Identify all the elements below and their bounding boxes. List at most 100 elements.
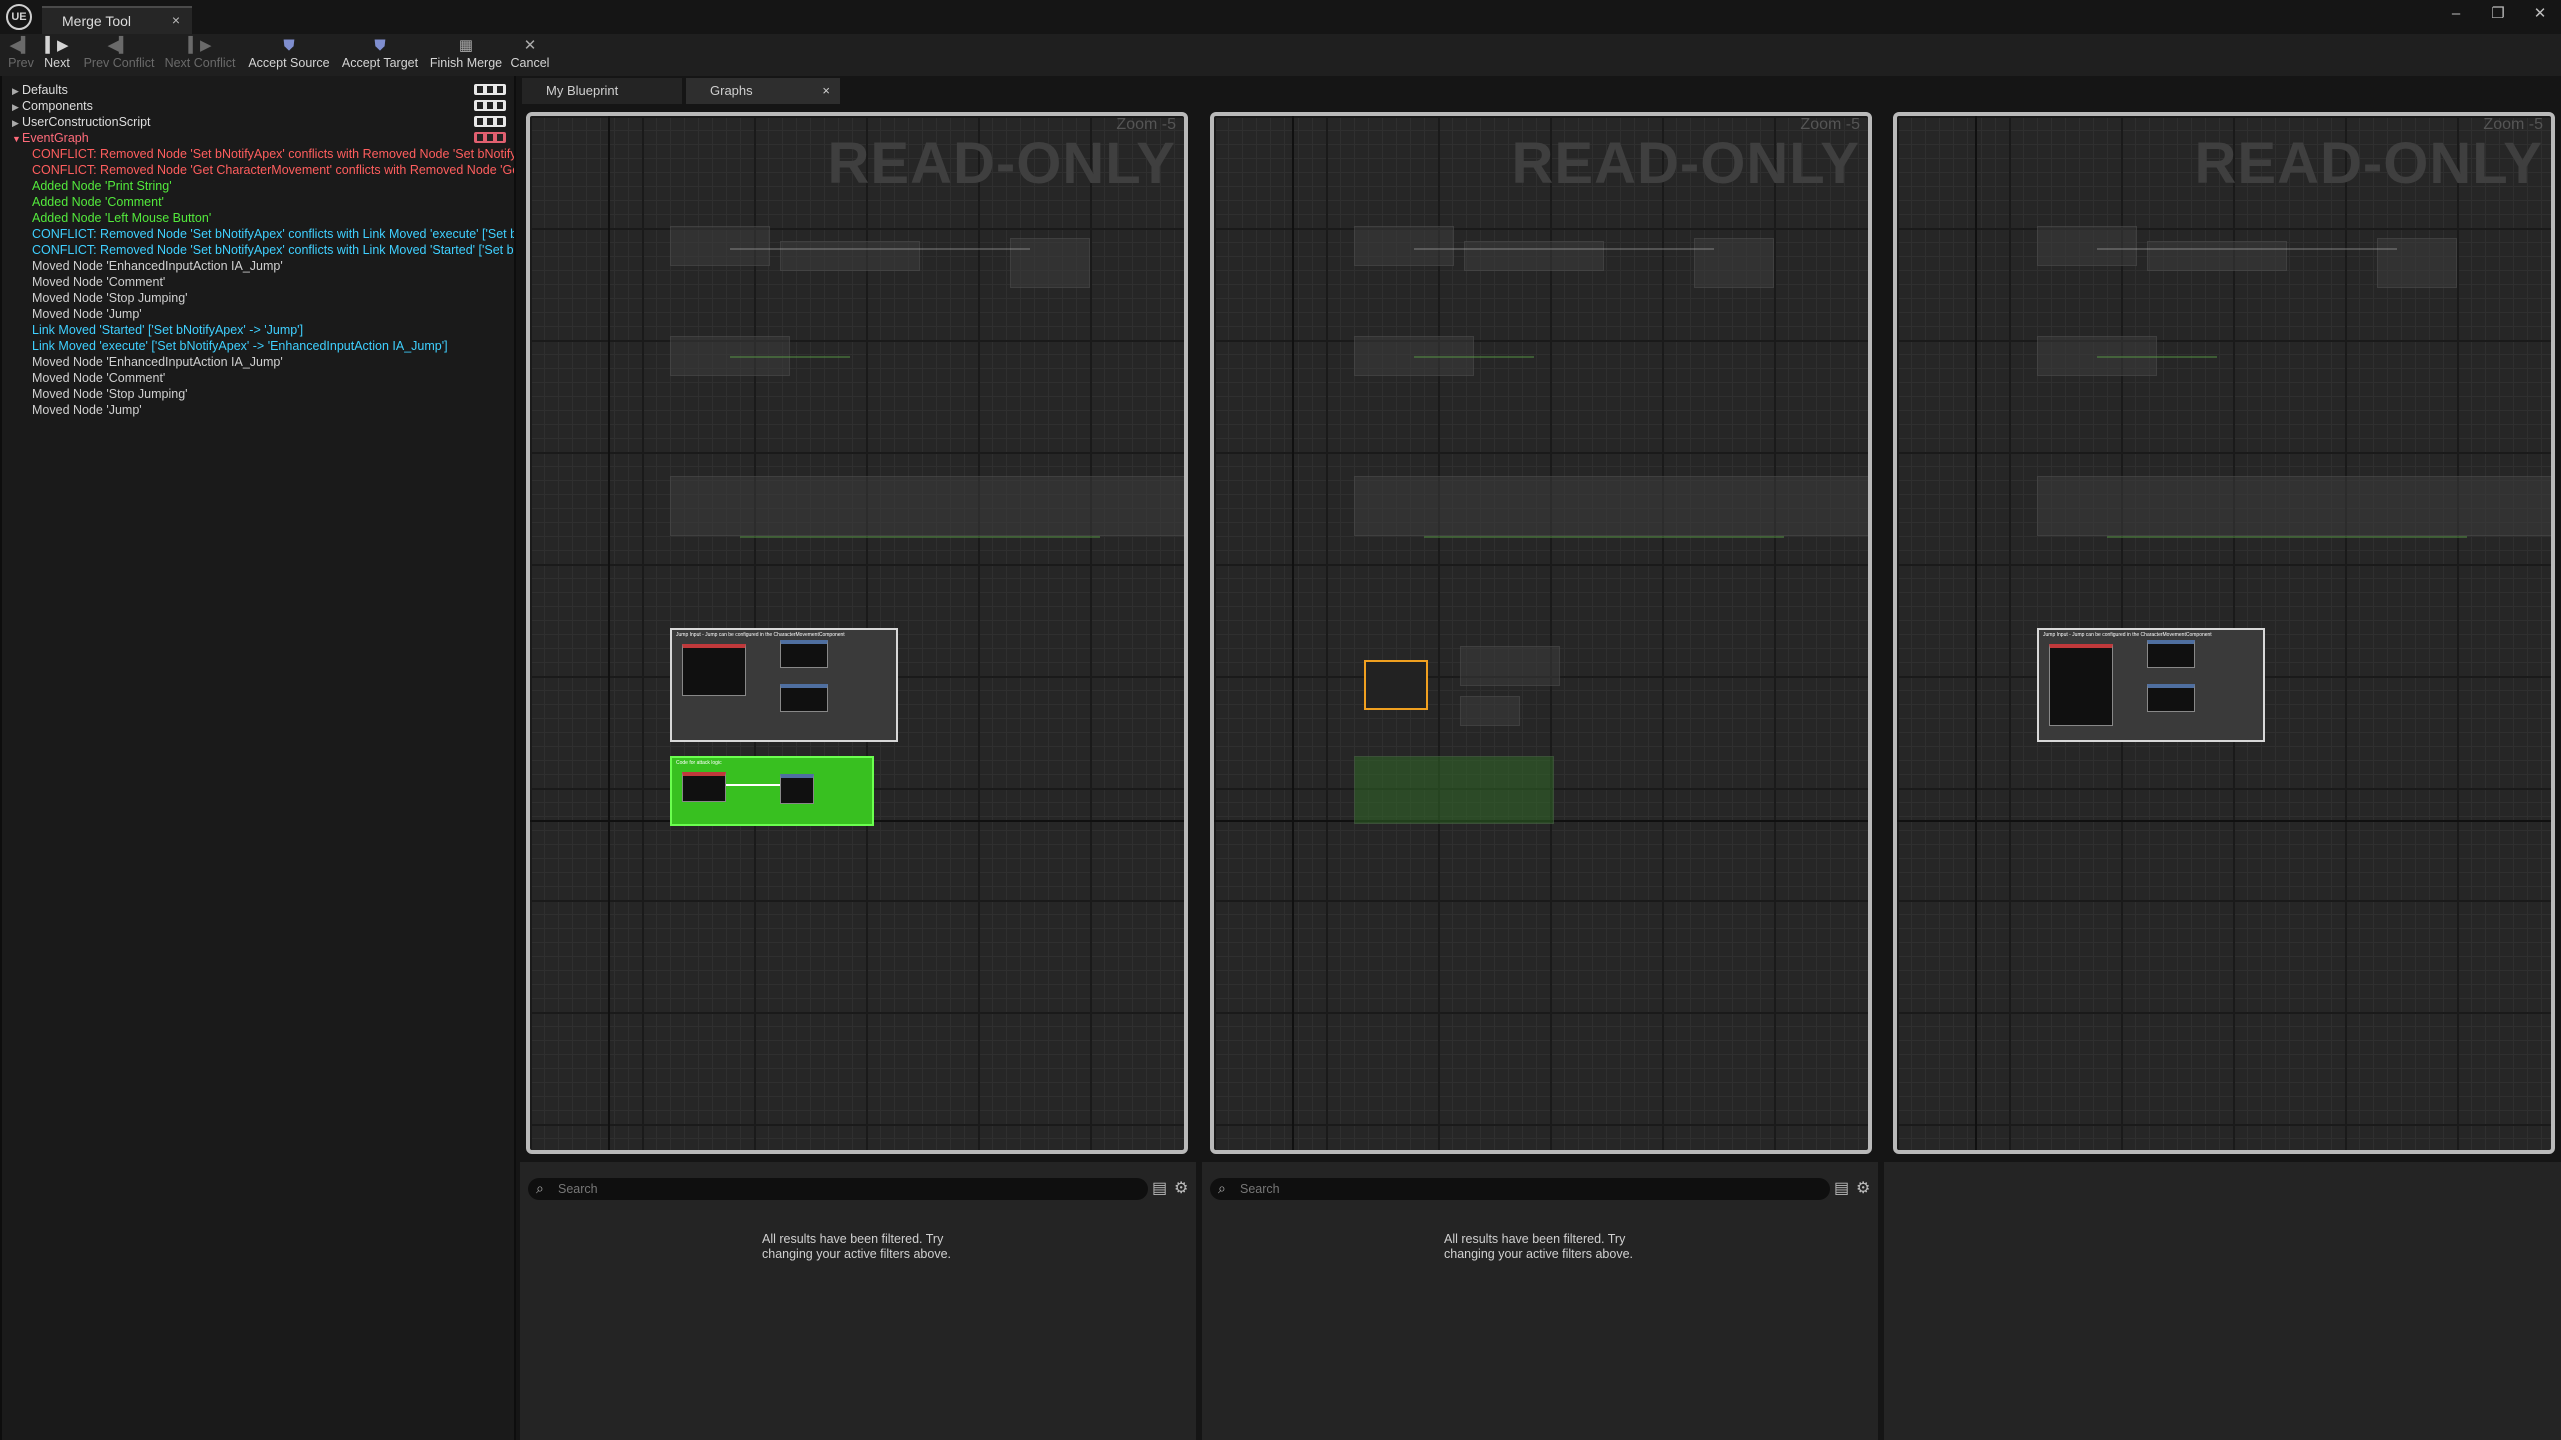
diff-badge-icon — [474, 84, 506, 95]
tab-my-blueprint-label: My Blueprint — [546, 83, 619, 98]
category-label: Components — [22, 99, 93, 113]
expand-arrow-icon[interactable]: ▶ — [12, 115, 22, 130]
faded-node — [1694, 238, 1774, 288]
collapse-arrow-icon[interactable]: ▼ — [12, 131, 22, 146]
view-options-icon[interactable]: ▤ — [1834, 1178, 1849, 1198]
added-comment-node[interactable]: Code for attack logic — [670, 756, 874, 826]
stop-jumping-node[interactable] — [780, 684, 828, 712]
change-row[interactable]: Moved Node 'Jump' — [32, 402, 514, 418]
change-row[interactable]: Moved Node 'Comment' — [32, 274, 514, 290]
next-button-label: Next — [44, 56, 70, 70]
tree-category-userconstructionscript[interactable]: ▶ UserConstructionScript — [12, 114, 512, 130]
graph-axis — [1897, 820, 2551, 822]
next-conflict-icon: ▍▶ — [188, 37, 212, 54]
change-row[interactable]: Moved Node 'Jump' — [32, 306, 514, 322]
minimize-window-button[interactable]: – — [2436, 2, 2476, 26]
differences-tree: ▶ Defaults ▶ Components ▶ UserConstructionS… — [0, 76, 516, 1440]
restore-window-button[interactable]: ❐ — [2478, 2, 2518, 26]
tree-category-components[interactable]: ▶ Components — [12, 98, 512, 114]
finish-merge-button[interactable]: ▦ Finish Merge — [428, 36, 504, 74]
change-row[interactable]: Link Moved 'execute' ['Set bNotifyApex' … — [32, 338, 514, 354]
stop-jumping-node[interactable] — [2147, 684, 2195, 712]
change-row[interactable]: CONFLICT: Removed Node 'Set bNotifyApex'… — [32, 146, 514, 162]
faded-node — [1460, 696, 1520, 726]
print-string-node[interactable] — [780, 774, 814, 804]
change-row[interactable]: Link Moved 'Started' ['Set bNotifyApex' … — [32, 322, 514, 338]
faded-node — [670, 226, 770, 266]
read-only-watermark: READ-ONLY — [1511, 131, 1860, 196]
close-graphs-tab-icon[interactable]: × — [822, 78, 830, 104]
change-row[interactable]: Moved Node 'Stop Jumping' — [32, 386, 514, 402]
next-arrow-icon: ▍▶ — [45, 37, 69, 54]
faded-node — [780, 241, 920, 271]
category-label: EventGraph — [22, 131, 89, 145]
next-button[interactable]: ▍▶ Next — [40, 36, 74, 74]
selected-node[interactable] — [1364, 660, 1428, 710]
settings-gear-icon[interactable]: ⚙ — [1174, 1178, 1188, 1198]
details-search-box[interactable]: ⌕ — [1210, 1178, 1830, 1200]
change-row[interactable]: Moved Node 'EnhancedInputAction IA_Jump' — [32, 258, 514, 274]
input-action-node[interactable] — [2049, 644, 2113, 726]
faded-node — [2037, 226, 2137, 266]
close-window-button[interactable]: ✕ — [2520, 2, 2560, 26]
tab-graphs[interactable]: Graphs × — [686, 78, 840, 104]
search-input[interactable] — [1240, 1181, 1540, 1197]
change-row[interactable]: Moved Node 'Stop Jumping' — [32, 290, 514, 306]
tree-category-eventgraph[interactable]: ▼EventGraph — [12, 130, 512, 146]
expand-arrow-icon[interactable]: ▶ — [12, 83, 22, 98]
faded-node — [2377, 238, 2457, 288]
expand-arrow-icon[interactable]: ▶ — [12, 99, 22, 114]
cancel-button[interactable]: ✕ Cancel — [508, 36, 552, 74]
details-search-box[interactable]: ⌕ — [528, 1178, 1148, 1200]
graph-panel-base[interactable]: Zoom -5 READ-ONLY — [1210, 112, 1872, 1154]
view-options-icon[interactable]: ▤ — [1152, 1178, 1167, 1198]
accept-target-button[interactable]: ⛊ Accept Target — [338, 36, 422, 74]
faded-wire — [730, 356, 850, 358]
jump-node[interactable] — [780, 640, 828, 668]
change-row[interactable]: Added Node 'Comment' — [32, 194, 514, 210]
close-tab-icon[interactable]: × — [172, 12, 180, 28]
faded-node — [1464, 241, 1604, 271]
faded-wire — [2107, 536, 2467, 538]
prev-conflict-label: Prev Conflict — [83, 56, 155, 70]
accept-source-label: Accept Source — [248, 56, 330, 70]
jump-input-comment[interactable]: Jump Input - Jump can be configured in t… — [670, 628, 898, 742]
change-row[interactable]: CONFLICT: Removed Node 'Get CharacterMov… — [32, 162, 514, 178]
next-conflict-button[interactable]: ▍▶ Next Conflict — [160, 36, 240, 74]
settings-gear-icon[interactable]: ⚙ — [1856, 1178, 1870, 1198]
prev-conflict-icon: ◀▍ — [107, 37, 131, 54]
diff-badge-icon — [474, 116, 506, 127]
jump-input-comment[interactable]: Jump Input - Jump can be configured in t… — [2037, 628, 2265, 742]
finish-merge-icon: ▦ — [458, 37, 474, 54]
prev-button[interactable]: ◀▍ Prev — [6, 36, 36, 74]
category-label: Defaults — [22, 83, 68, 97]
input-action-node[interactable] — [682, 644, 746, 696]
prev-button-label: Prev — [8, 56, 34, 70]
filtered-message: All results have been filtered. Try chan… — [1444, 1232, 1633, 1261]
details-panel-source: ⌕ ▤ ⚙ All results have been filtered. Tr… — [520, 1162, 1196, 1440]
accept-source-button[interactable]: ⛊ Accept Source — [246, 36, 332, 74]
change-row[interactable]: Moved Node 'EnhancedInputAction IA_Jump' — [32, 354, 514, 370]
prev-conflict-button[interactable]: ◀▍ Prev Conflict — [80, 36, 158, 74]
graph-panel-source[interactable]: Zoom -5 READ-ONLY Jump Input - Jump can … — [526, 112, 1188, 1154]
accept-source-icon: ⛊ — [283, 37, 295, 54]
change-row[interactable]: Added Node 'Print String' — [32, 178, 514, 194]
change-row[interactable]: CONFLICT: Removed Node 'Set bNotifyApex'… — [32, 226, 514, 242]
faded-node — [1354, 226, 1454, 266]
change-row[interactable]: Added Node 'Left Mouse Button' — [32, 210, 514, 226]
tab-my-blueprint[interactable]: My Blueprint — [522, 78, 682, 104]
change-row[interactable]: CONFLICT: Removed Node 'Set bNotifyApex'… — [32, 242, 514, 258]
comment-title: Jump Input - Jump can be configured in t… — [676, 632, 845, 638]
change-row[interactable]: Moved Node 'Comment' — [32, 370, 514, 386]
left-mouse-button-node[interactable] — [682, 772, 726, 802]
graph-axis — [608, 116, 610, 1150]
panel-tab-bar: My Blueprint Graphs × — [520, 76, 2561, 104]
exec-wire — [726, 784, 780, 786]
merge-tool-tab[interactable]: Merge Tool × — [42, 6, 192, 34]
graph-panel-target[interactable]: Zoom -5 READ-ONLY Jump Input - Jump can … — [1893, 112, 2555, 1154]
search-input[interactable] — [558, 1181, 858, 1197]
category-label: UserConstructionScript — [22, 115, 151, 129]
faded-node — [2147, 241, 2287, 271]
jump-node[interactable] — [2147, 640, 2195, 668]
tree-category-defaults[interactable]: ▶ Defaults — [12, 82, 512, 98]
